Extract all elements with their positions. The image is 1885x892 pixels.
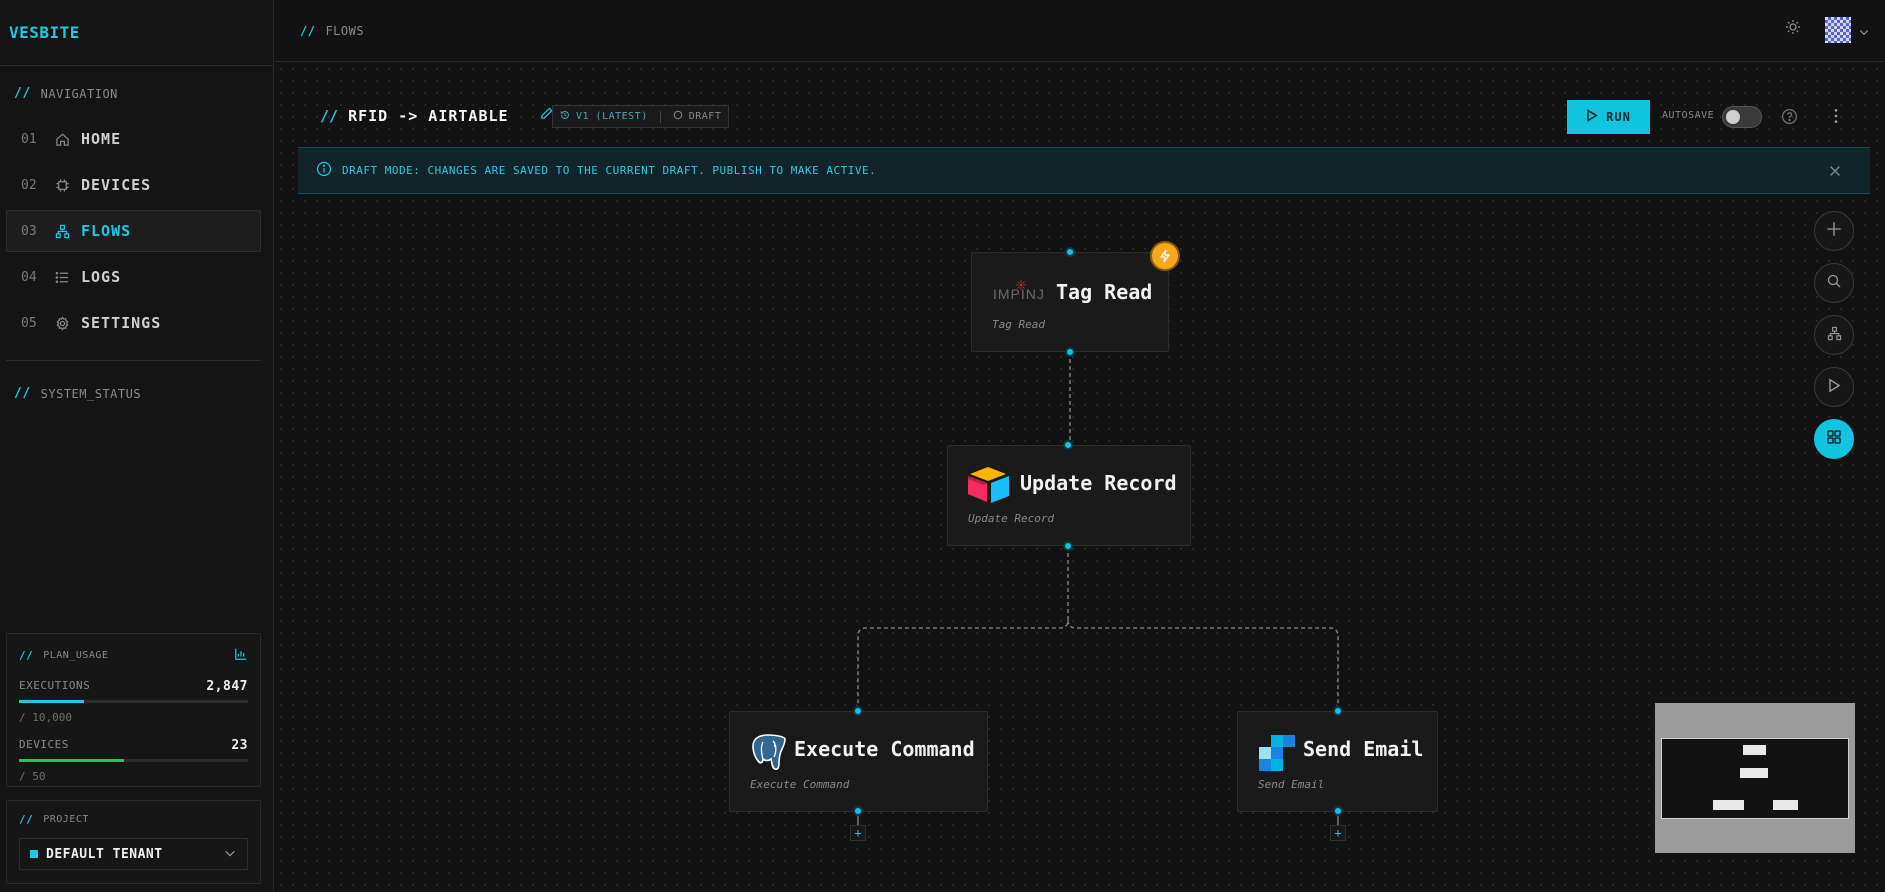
- node-input-handle[interactable]: [1063, 440, 1073, 450]
- node-title: Update Record: [1020, 471, 1177, 495]
- airtable-icon: [966, 465, 1014, 511]
- sendgrid-icon: [1258, 734, 1296, 776]
- add-next-node-button[interactable]: +: [850, 825, 866, 841]
- minimap-viewport[interactable]: [1661, 738, 1849, 819]
- node-subtitle: Send Email: [1258, 778, 1325, 791]
- node-input-handle[interactable]: [853, 706, 863, 716]
- node-output-handle[interactable]: [1333, 806, 1343, 816]
- node-input-handle[interactable]: [1333, 706, 1343, 716]
- node-subtitle: Update Record: [968, 512, 1055, 525]
- node-subtitle: Tag Read: [992, 318, 1045, 331]
- minimap-node-tag-read: [1743, 745, 1766, 755]
- edge-update-execute: [857, 546, 1069, 711]
- node-output-handle[interactable]: [1063, 541, 1073, 551]
- node-update-record[interactable]: Update Record Update Record: [947, 445, 1191, 546]
- minimap[interactable]: [1655, 703, 1855, 853]
- minimap-node-execute-command: [1713, 800, 1744, 810]
- impinj-logo: IMPINJ: [993, 280, 1045, 302]
- trigger-bolt-icon: [1150, 241, 1180, 271]
- node-output-handle[interactable]: [853, 806, 863, 816]
- node-subtitle: Execute Command: [750, 778, 850, 791]
- minimap-node-send-email: [1773, 800, 1798, 810]
- node-send-email[interactable]: Send Email Send Email: [1237, 711, 1438, 812]
- node-title: Send Email: [1303, 737, 1424, 761]
- node-title: Execute Command: [794, 737, 975, 761]
- node-tag-read[interactable]: IMPINJ Tag Read Tag Read: [971, 252, 1169, 352]
- minimap-node-update-record: [1740, 768, 1768, 778]
- node-execute-command[interactable]: Execute Command Execute Command: [729, 711, 988, 812]
- node-title: Tag Read: [1056, 280, 1153, 304]
- add-next-node-button[interactable]: +: [1330, 825, 1346, 841]
- node-input-handle[interactable]: [1065, 247, 1075, 257]
- edge-update-sendemail: [1067, 619, 1339, 711]
- node-output-handle[interactable]: [1065, 347, 1075, 357]
- postgres-icon: [749, 732, 787, 776]
